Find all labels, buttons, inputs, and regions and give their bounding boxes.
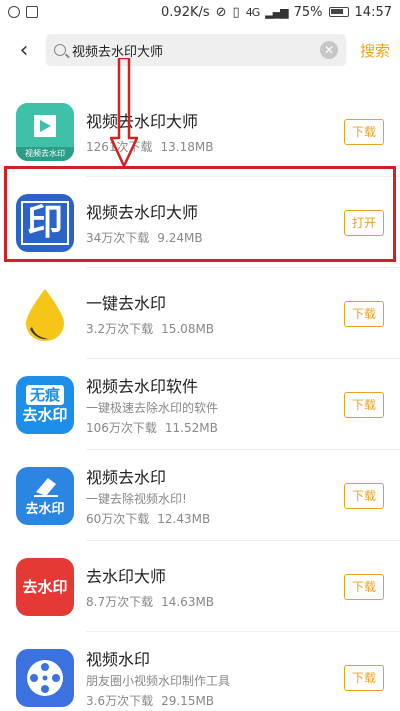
- list-item[interactable]: 一键去水印 3.2万次下载 15.08MB 下载: [0, 268, 400, 359]
- clear-icon[interactable]: ✕: [319, 41, 338, 59]
- battery-icon: [328, 7, 349, 17]
- drop-icon: [26, 288, 64, 341]
- app-size: 9.24MB: [157, 231, 203, 245]
- app-meta: 3.6万次下载 29.15MB: [86, 692, 344, 709]
- app-icon-wuhen: 无痕 去水印: [16, 375, 74, 434]
- app-icon-drop: [16, 284, 74, 343]
- download-count: 60万次下载: [86, 512, 150, 526]
- app-list: 视频去水印 视频去水印大师 1261次下载 13.18MB 下载 印 视频去水印大…: [0, 86, 400, 711]
- film-reel-icon: [27, 659, 63, 696]
- download-button[interactable]: 下载: [344, 482, 384, 509]
- app-name: 视频去水印软件: [86, 377, 199, 396]
- clock: 14:57: [354, 4, 392, 20]
- signal-icon: ▂▄▆: [265, 5, 288, 19]
- app-info: 去水印大师 8.7万次下载 14.63MB: [86, 552, 344, 622]
- app-info: 视频去水印大师 1261次下载 13.18MB: [86, 97, 344, 167]
- vibrate-icon: ▯: [232, 4, 240, 20]
- status-bar: 0.92K/s ⊘ ▯ 4G ▂▄▆ 75% 14:57: [0, 0, 400, 24]
- status-right: 0.92K/s ⊘ ▯ 4G ▂▄▆ 75% 14:57: [161, 5, 392, 20]
- app-name: 视频去水印大师: [86, 203, 199, 222]
- download-count: 3.6万次下载: [86, 694, 154, 708]
- list-item[interactable]: 无痕 去水印 视频去水印软件 一键极速去除水印的软件 106万次下载 11.52M…: [0, 359, 400, 450]
- app-icon-red-stamp: 去水印: [16, 557, 74, 616]
- app-icon-video-watermark-master: 视频去水印: [16, 102, 74, 161]
- chevron-left-icon: ‹: [19, 37, 29, 63]
- app-size: 12.43MB: [157, 512, 211, 526]
- app-description: 朋友圈小视频水印制作工具: [86, 674, 231, 688]
- app-meta: 8.7万次下载 14.63MB: [86, 593, 344, 610]
- app-icon-yin: 印: [16, 193, 74, 252]
- download-button[interactable]: 下载: [344, 391, 384, 418]
- app-description: 一键去除视频水印!: [86, 492, 187, 506]
- app-size: 29.15MB: [161, 694, 215, 708]
- search-header: ‹ ✕ 搜索: [0, 24, 400, 76]
- app-icon-eraser: 去水印: [16, 466, 74, 525]
- network-speed: 0.92K/s: [161, 4, 210, 20]
- app-size: 11.52MB: [164, 421, 218, 435]
- download-button[interactable]: 下载: [344, 573, 384, 600]
- app-size: 13.18MB: [160, 140, 214, 154]
- battery-percent: 75%: [293, 4, 323, 20]
- download-button[interactable]: 下载: [344, 664, 384, 691]
- app-size: 15.08MB: [161, 322, 215, 336]
- list-item[interactable]: 去水印 视频去水印 一键去除视频水印! 60万次下载 12.43MB 下载: [0, 450, 400, 541]
- icon-glyph: 去水印: [25, 502, 65, 517]
- search-box[interactable]: ✕: [46, 34, 346, 66]
- open-button[interactable]: 打开: [344, 209, 384, 236]
- search-button[interactable]: 搜索: [356, 40, 390, 61]
- icon-glyph: 去水印: [22, 578, 68, 596]
- back-button[interactable]: ‹: [12, 35, 36, 65]
- icon-text-top: 无痕: [25, 384, 64, 405]
- app-meta: 34万次下载 9.24MB: [86, 229, 344, 246]
- mute-icon: ⊘: [215, 4, 227, 20]
- list-item[interactable]: 去水印 去水印大师 8.7万次下载 14.63MB 下载: [0, 541, 400, 632]
- list-item[interactable]: 视频去水印 视频去水印大师 1261次下载 13.18MB 下载: [0, 86, 400, 177]
- app-description: 一键极速去除水印的软件: [86, 401, 219, 415]
- app-info: 视频水印 朋友圈小视频水印制作工具 3.6万次下载 29.15MB: [86, 643, 344, 711]
- download-count: 3.2万次下载: [86, 322, 154, 336]
- eraser-icon: [34, 478, 58, 497]
- app-name: 视频去水印大师: [86, 112, 199, 131]
- download-count: 8.7万次下载: [86, 595, 154, 609]
- icon-glyph: 印: [20, 200, 69, 245]
- app-name: 一键去水印: [86, 294, 167, 313]
- app-info: 一键去水印 3.2万次下载 15.08MB: [86, 279, 344, 349]
- download-button[interactable]: 下载: [344, 300, 384, 327]
- app-meta: 3.2万次下载 15.08MB: [86, 320, 344, 337]
- app-size: 14.63MB: [161, 595, 215, 609]
- list-item[interactable]: 视频水印 朋友圈小视频水印制作工具 3.6万次下载 29.15MB 下载: [0, 632, 400, 711]
- download-count: 106万次下载: [86, 421, 157, 435]
- app-meta: 60万次下载 12.43MB: [86, 510, 344, 527]
- download-button[interactable]: 下载: [344, 118, 384, 145]
- app-info: 视频去水印软件 一键极速去除水印的软件 106万次下载 11.52MB: [86, 370, 344, 440]
- app-info: 视频去水印 一键去除视频水印! 60万次下载 12.43MB: [86, 461, 344, 531]
- download-count: 34万次下载: [86, 231, 150, 245]
- app-icon-film-reel: [16, 648, 74, 707]
- search-input[interactable]: [72, 42, 314, 58]
- message-icon: [26, 6, 38, 18]
- status-left: [8, 6, 38, 18]
- icon-caption: 视频去水印: [25, 148, 65, 158]
- list-item[interactable]: 印 视频去水印大师 34万次下载 9.24MB 打开: [0, 177, 400, 268]
- notification-icon: [8, 6, 20, 18]
- signal-4g-label: 4G: [245, 5, 260, 19]
- search-icon: [54, 44, 66, 56]
- download-count: 1261次下载: [86, 140, 153, 154]
- app-info: 视频去水印大师 34万次下载 9.24MB: [86, 188, 344, 258]
- icon-text-bottom: 去水印: [22, 405, 68, 424]
- app-meta: 1261次下载 13.18MB: [86, 138, 344, 155]
- app-meta: 106万次下载 11.52MB: [86, 419, 344, 436]
- app-name: 去水印大师: [86, 567, 167, 586]
- app-name: 视频去水印: [86, 468, 167, 487]
- app-name: 视频水印: [86, 650, 151, 669]
